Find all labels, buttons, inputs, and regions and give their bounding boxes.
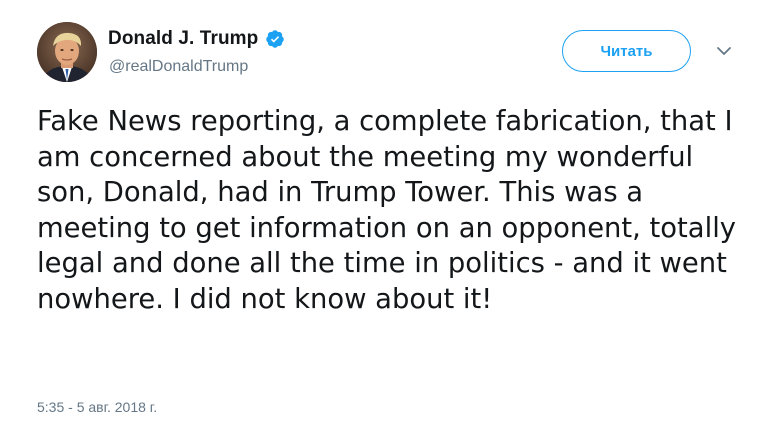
author-handle[interactable]: @realDonaldTrump [109, 58, 248, 76]
tweet-card: Donald J. Trump @realDonaldTrump Читать … [0, 0, 764, 425]
author-display-name[interactable]: Donald J. Trump [108, 28, 258, 50]
avatar-image [37, 22, 97, 82]
verified-badge-icon [265, 29, 285, 49]
tweet-timestamp[interactable]: 5:35 - 5 авг. 2018 г. [37, 399, 157, 415]
tweet-text: Fake News reporting, a complete fabricat… [37, 106, 737, 315]
follow-button[interactable]: Читать [562, 30, 691, 72]
chevron-down-icon[interactable] [715, 44, 733, 58]
avatar[interactable] [37, 22, 97, 82]
author-name-row: Donald J. Trump [108, 27, 285, 51]
